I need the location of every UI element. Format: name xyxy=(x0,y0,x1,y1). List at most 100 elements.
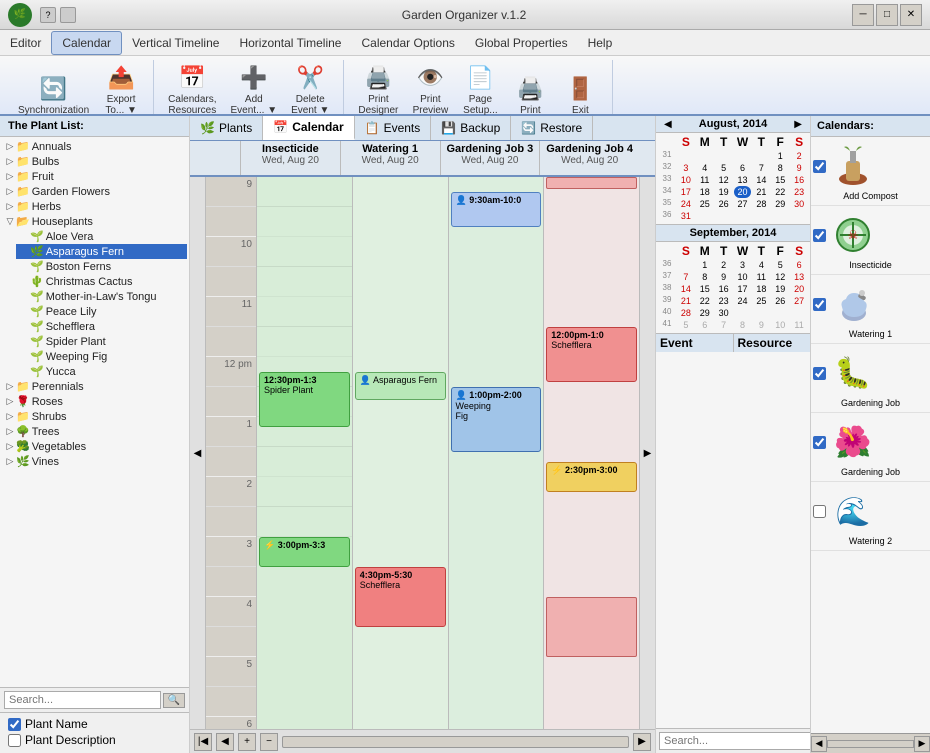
event-job3-930[interactable]: 👤 9:30am-10:0 xyxy=(451,192,542,227)
tree-expander-shrubs[interactable]: ▷ xyxy=(4,411,16,423)
aug-day-20-today[interactable]: 20 xyxy=(734,186,752,198)
calendars-button[interactable]: 📅 Calendars,Resources xyxy=(162,60,222,118)
calendar-check-gj2[interactable] xyxy=(813,436,826,449)
aug-day-21[interactable]: 21 xyxy=(752,186,770,198)
plant-name-check[interactable] xyxy=(8,718,21,731)
cal-scroll-right[interactable]: ▶ xyxy=(914,736,930,752)
exit-button[interactable]: 🚪 Exit xyxy=(556,71,604,118)
aug-day-4[interactable]: 4 xyxy=(696,162,714,174)
tab-restore[interactable]: 🔄 Restore xyxy=(511,116,593,140)
aug-day-2[interactable]: 2 xyxy=(790,150,808,162)
aug-day-5[interactable]: 5 xyxy=(715,162,733,174)
tree-item-asparagus-fern[interactable]: 🌿 Asparagus Fern xyxy=(16,244,187,259)
aug-day-12[interactable]: 12 xyxy=(715,174,733,186)
tree-item-spider-plant[interactable]: 🌱 Spider Plant xyxy=(16,334,187,349)
tree-expander-garden-flowers[interactable]: ▷ xyxy=(4,186,16,198)
sep-day-4[interactable]: 4 xyxy=(752,259,770,271)
tree-item-vines[interactable]: ▷ 🌿 Vines xyxy=(2,454,187,469)
tree-item-weeping-fig[interactable]: 🌱 Weeping Fig xyxy=(16,349,187,364)
cal-first-button[interactable]: |◀ xyxy=(194,733,212,751)
aug-day-31[interactable]: 31 xyxy=(677,210,695,222)
page-setup-button[interactable]: 📄 PageSetup... xyxy=(456,60,504,118)
calendar-check-gj1[interactable] xyxy=(813,367,826,380)
left-search-button[interactable]: 🔍 xyxy=(163,693,185,708)
tree-expander-vegetables[interactable]: ▷ xyxy=(4,441,16,453)
event-job4-schefflera[interactable]: 12:00pm-1:0 Schefflera xyxy=(546,327,637,382)
tab-plants[interactable]: 🌿 Plants xyxy=(190,116,263,140)
tree-item-trees[interactable]: ▷ 🌳 Trees xyxy=(2,424,187,439)
cal-hscrollbar[interactable] xyxy=(282,736,629,748)
tab-calendar[interactable]: 📅 Calendar xyxy=(263,116,354,140)
print-designer-button[interactable]: 🖨️ PrintDesigner xyxy=(352,60,404,118)
tree-item-mother-in-law[interactable]: 🌱 Mother-in-Law's Tongu xyxy=(16,289,187,304)
tree-item-perennials[interactable]: ▷ 📁 Perennials xyxy=(2,379,187,394)
tree-item-fruit[interactable]: ▷ 📁 Fruit xyxy=(2,169,187,184)
aug-day-25[interactable]: 25 xyxy=(696,198,714,210)
aug-day-29[interactable]: 29 xyxy=(771,198,789,210)
cal-scroll-track[interactable] xyxy=(827,740,914,748)
tree-item-boston-ferns[interactable]: 🌱 Boston Ferns xyxy=(16,259,187,274)
sep-day-5[interactable]: 5 xyxy=(771,259,789,271)
event-spider-plant[interactable]: 12:30pm-1:3 Spider Plant xyxy=(259,372,350,427)
event-watering-schefflera[interactable]: 4:30pm-5:30 Schefflera xyxy=(355,567,446,627)
tree-item-peace-lily[interactable]: 🌱 Peace Lily xyxy=(16,304,187,319)
cal-scroll-left[interactable]: ◀ xyxy=(811,736,827,752)
aug-day-9[interactable]: 9 xyxy=(790,162,808,174)
calendar-check-insecticide[interactable] xyxy=(813,229,826,242)
cal-nav-right[interactable]: ▶ xyxy=(639,177,655,729)
sep-day-6[interactable]: 6 xyxy=(790,259,808,271)
tree-expander-roses[interactable]: ▷ xyxy=(4,396,16,408)
cal-add-button[interactable]: + xyxy=(238,733,256,751)
aug-day-8[interactable]: 8 xyxy=(771,162,789,174)
aug-day-19[interactable]: 19 xyxy=(715,186,733,198)
tab-events[interactable]: 📋 Events xyxy=(355,116,432,140)
aug-day-13[interactable]: 13 xyxy=(734,174,752,186)
menu-global-properties[interactable]: Global Properties xyxy=(465,32,578,54)
event-job4-230[interactable]: ⚡ 2:30pm-3:00 xyxy=(546,462,637,492)
mini-cal-next[interactable]: ▶ xyxy=(790,119,806,130)
delete-event-button[interactable]: ✂️ DeleteEvent ▼ xyxy=(285,60,335,118)
tree-item-annuals[interactable]: ▷ 📁 Annuals xyxy=(2,139,187,154)
tree-expander-bulbs[interactable]: ▷ xyxy=(4,156,16,168)
tree-item-vegetables[interactable]: ▷ 🥦 Vegetables xyxy=(2,439,187,454)
tree-expander-fruit[interactable]: ▷ xyxy=(4,171,16,183)
tree-item-shrubs[interactable]: ▷ 📁 Shrubs xyxy=(2,409,187,424)
tree-expander-trees[interactable]: ▷ xyxy=(4,426,16,438)
print-preview-button[interactable]: 👁️ PrintPreview xyxy=(406,60,454,118)
aug-day-18[interactable]: 18 xyxy=(696,186,714,198)
aug-day-6[interactable]: 6 xyxy=(734,162,752,174)
aug-day-23[interactable]: 23 xyxy=(790,186,808,198)
tree-item-christmas-cactus[interactable]: 🌵 Christmas Cactus xyxy=(16,274,187,289)
add-event-button[interactable]: ➕ AddEvent... ▼ xyxy=(225,60,284,118)
tree-expander-houseplants[interactable]: ▽ xyxy=(4,216,16,228)
cal-nav-left[interactable]: ◀ xyxy=(190,177,206,729)
mini-cal-prev[interactable]: ◀ xyxy=(660,119,676,130)
tree-item-yucca[interactable]: 🌱 Yucca xyxy=(16,364,187,379)
tree-item-houseplants[interactable]: ▽ 📂 Houseplants xyxy=(2,214,187,229)
aug-day-27[interactable]: 27 xyxy=(734,198,752,210)
aug-day-11[interactable]: 11 xyxy=(696,174,714,186)
minimize-button[interactable]: ─ xyxy=(852,4,874,26)
plant-name-checkbox[interactable]: Plant Name xyxy=(8,717,181,731)
plant-description-checkbox[interactable]: Plant Description xyxy=(8,733,181,747)
sep-day-2[interactable]: 2 xyxy=(715,259,733,271)
event-weeping-fig[interactable]: 👤 1:00pm-2:00 WeepingFig xyxy=(451,387,542,452)
aug-day-22[interactable]: 22 xyxy=(771,186,789,198)
event-asparagus-fern[interactable]: 👤 Asparagus Fern xyxy=(355,372,446,400)
menu-help[interactable]: Help xyxy=(578,32,623,54)
aug-day-16[interactable]: 16 xyxy=(790,174,808,186)
sync-button[interactable]: 🔄 Synchronization xyxy=(12,71,95,118)
aug-day-28[interactable]: 28 xyxy=(752,198,770,210)
tree-item-roses[interactable]: ▷ 🌹 Roses xyxy=(2,394,187,409)
print-button[interactable]: 🖨️ Print xyxy=(506,71,554,118)
close-button[interactable]: ✕ xyxy=(900,4,922,26)
menu-calendar-options[interactable]: Calendar Options xyxy=(351,32,464,54)
tree-item-aloe-vera[interactable]: 🌱 Aloe Vera xyxy=(16,229,187,244)
maximize-button[interactable]: □ xyxy=(876,4,898,26)
aug-day-10[interactable]: 10 xyxy=(677,174,695,186)
calendar-check-add-compost[interactable] xyxy=(813,160,826,173)
aug-day-1[interactable]: 1 xyxy=(771,150,789,162)
aug-day-17[interactable]: 17 xyxy=(677,186,695,198)
aug-day-7[interactable]: 7 xyxy=(752,162,770,174)
sep-day-3[interactable]: 3 xyxy=(734,259,752,271)
